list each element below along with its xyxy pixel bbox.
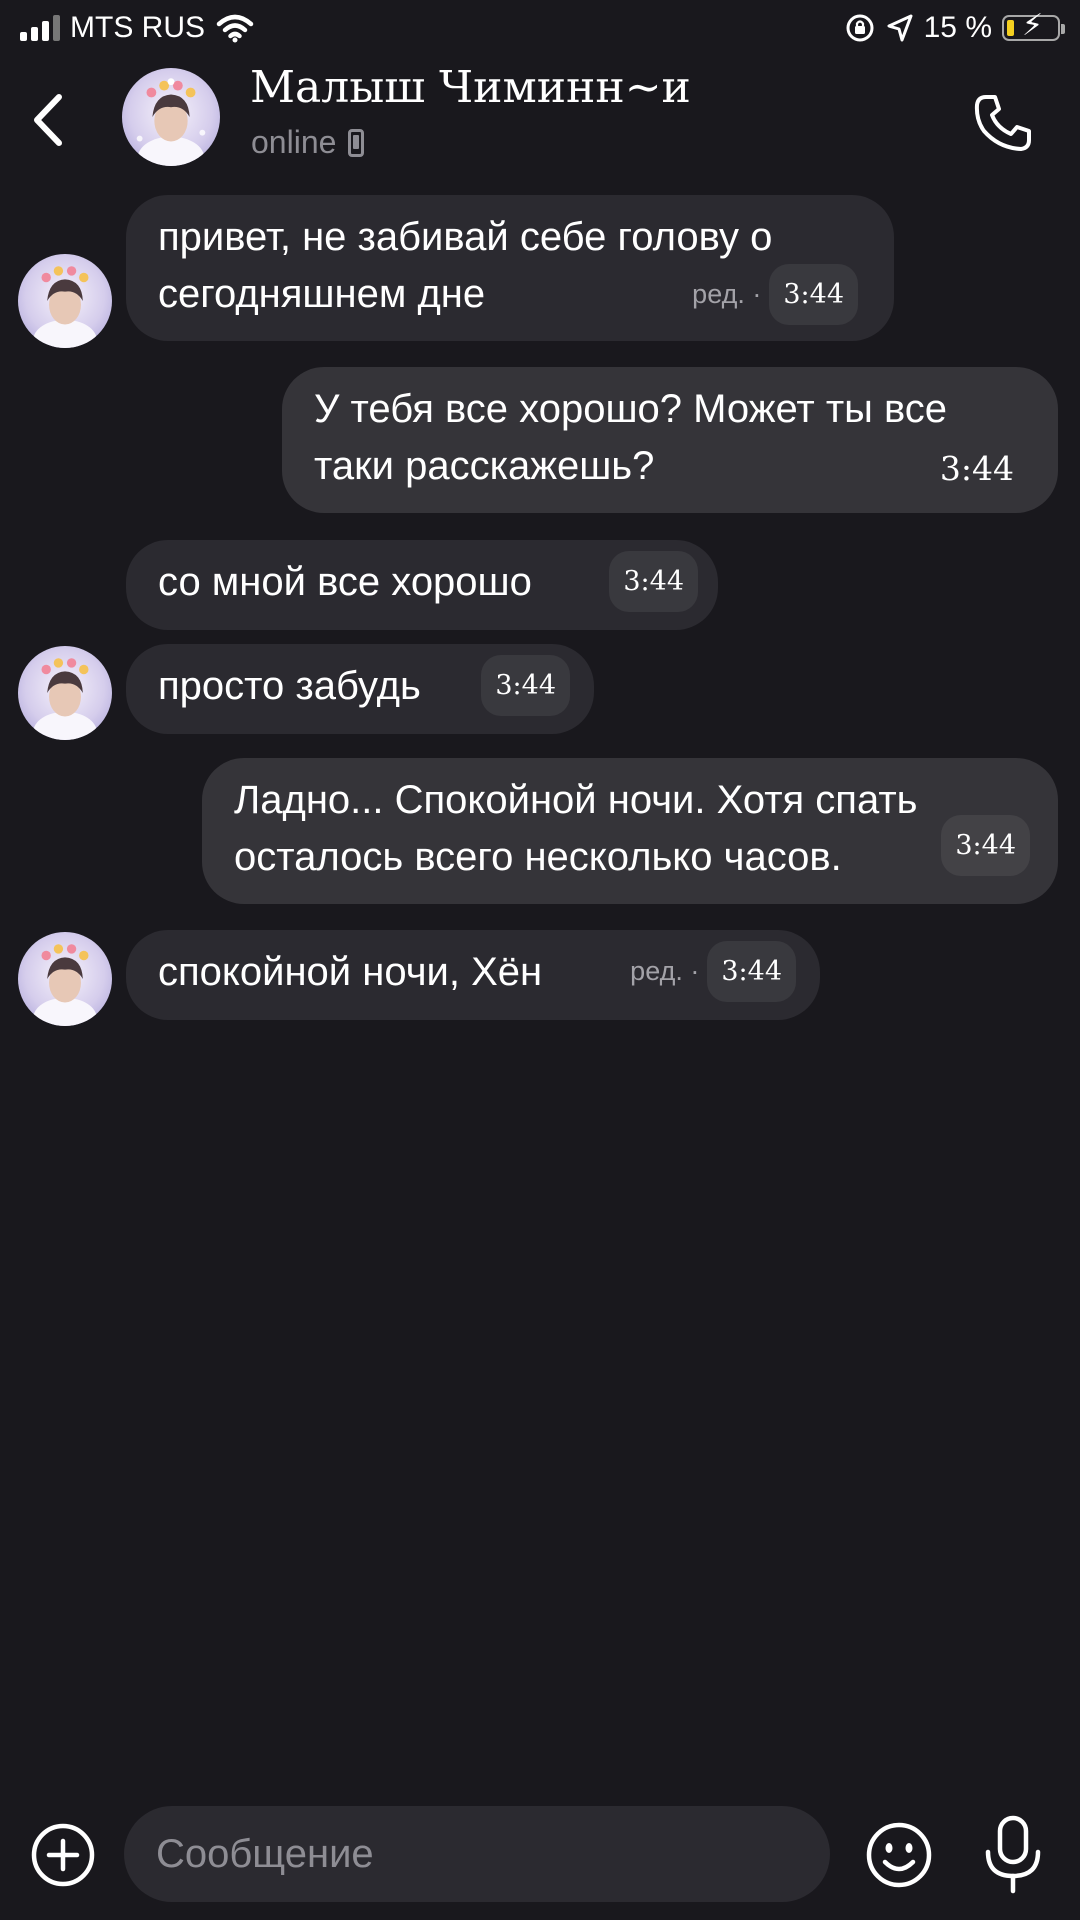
edited-label: ред. · — [692, 279, 762, 309]
call-button[interactable] — [968, 88, 1038, 158]
message-text-line: Ладно... Спокойной ночи. Хотя спать — [234, 778, 918, 822]
message-time: 3:44 — [707, 941, 796, 1002]
message-time: 3:44 — [481, 655, 570, 716]
message-bubble-incoming[interactable]: привет, не забивай себе голову о сегодня… — [126, 195, 894, 341]
plus-circle-icon[interactable] — [30, 1822, 96, 1888]
sender-avatar[interactable] — [18, 254, 112, 348]
chat-header: Малыш Чиминн~и online — [0, 60, 1080, 180]
message-text-line: осталось всего несколько часов. — [234, 835, 842, 879]
location-arrow-icon — [887, 14, 913, 42]
online-status: online — [251, 124, 337, 160]
message-text-line: привет, не забивай себе голову о — [158, 215, 773, 259]
message-meta: ред. · 3:44 — [692, 264, 858, 325]
message-input-bar — [0, 1800, 1080, 1910]
message-bubble-outgoing[interactable]: Ладно... Спокойной ночи. Хотя спать оста… — [202, 758, 1058, 904]
back-button[interactable] — [20, 88, 76, 152]
message-time: 3:44 — [939, 449, 1014, 488]
edited-label: ред. · — [630, 956, 700, 986]
message-bubble-incoming[interactable]: со мной все хорошо 3:44 — [126, 540, 718, 630]
carrier-name: MTS RUS — [70, 11, 205, 44]
status-left: MTS RUS — [20, 11, 255, 45]
message-time: 3:44 — [769, 264, 858, 325]
cell-signal-icon — [20, 15, 60, 41]
wifi-icon — [216, 14, 254, 43]
message-bubble-incoming[interactable]: просто забудь 3:44 — [126, 644, 594, 734]
chat-screen: MTS RUS 15 % ⚡ Малыш Чиминн~и online при… — [0, 0, 1080, 1920]
message-meta: 3:44 — [941, 815, 1030, 876]
smiley-icon[interactable] — [864, 1820, 934, 1890]
message-meta: 3:44 — [609, 551, 698, 612]
message-meta: 3:44 — [481, 655, 570, 716]
status-bar: MTS RUS 15 % ⚡ — [0, 0, 1080, 56]
charging-bolt-icon: ⚡ — [1022, 9, 1044, 42]
message-bubble-outgoing[interactable]: У тебя все хорошо? Может ты все таки рас… — [282, 367, 1058, 513]
sender-avatar[interactable] — [18, 646, 112, 740]
chevron-left-icon — [34, 94, 62, 146]
microphone-icon[interactable] — [980, 1814, 1046, 1896]
contact-status: online — [251, 124, 365, 161]
contact-name[interactable]: Малыш Чиминн~и — [250, 62, 691, 113]
message-text-line: У тебя все хорошо? Может ты все — [314, 387, 948, 431]
message-text-line: таки расскажешь? — [314, 444, 655, 488]
phone-icon — [974, 95, 1031, 151]
message-meta: 3:44 — [926, 438, 1028, 499]
message-time: 3:44 — [941, 815, 1030, 876]
message-time: 3:44 — [609, 551, 698, 612]
message-meta: ред. · 3:44 — [630, 941, 796, 1002]
message-text: со мной все хорошо — [158, 560, 532, 604]
orientation-lock-icon — [846, 14, 874, 42]
sender-avatar[interactable] — [18, 932, 112, 1026]
contact-avatar[interactable] — [122, 68, 220, 166]
battery-level — [1007, 20, 1015, 36]
status-right: 15 % ⚡ — [844, 11, 1065, 45]
message-bubble-incoming[interactable]: спокойной ночи, Хён ред. · 3:44 — [126, 930, 820, 1020]
battery-percent: 15 % — [923, 11, 992, 44]
message-input[interactable] — [124, 1806, 830, 1902]
mobile-device-icon — [348, 128, 365, 157]
battery-icon: ⚡ — [1002, 11, 1065, 41]
